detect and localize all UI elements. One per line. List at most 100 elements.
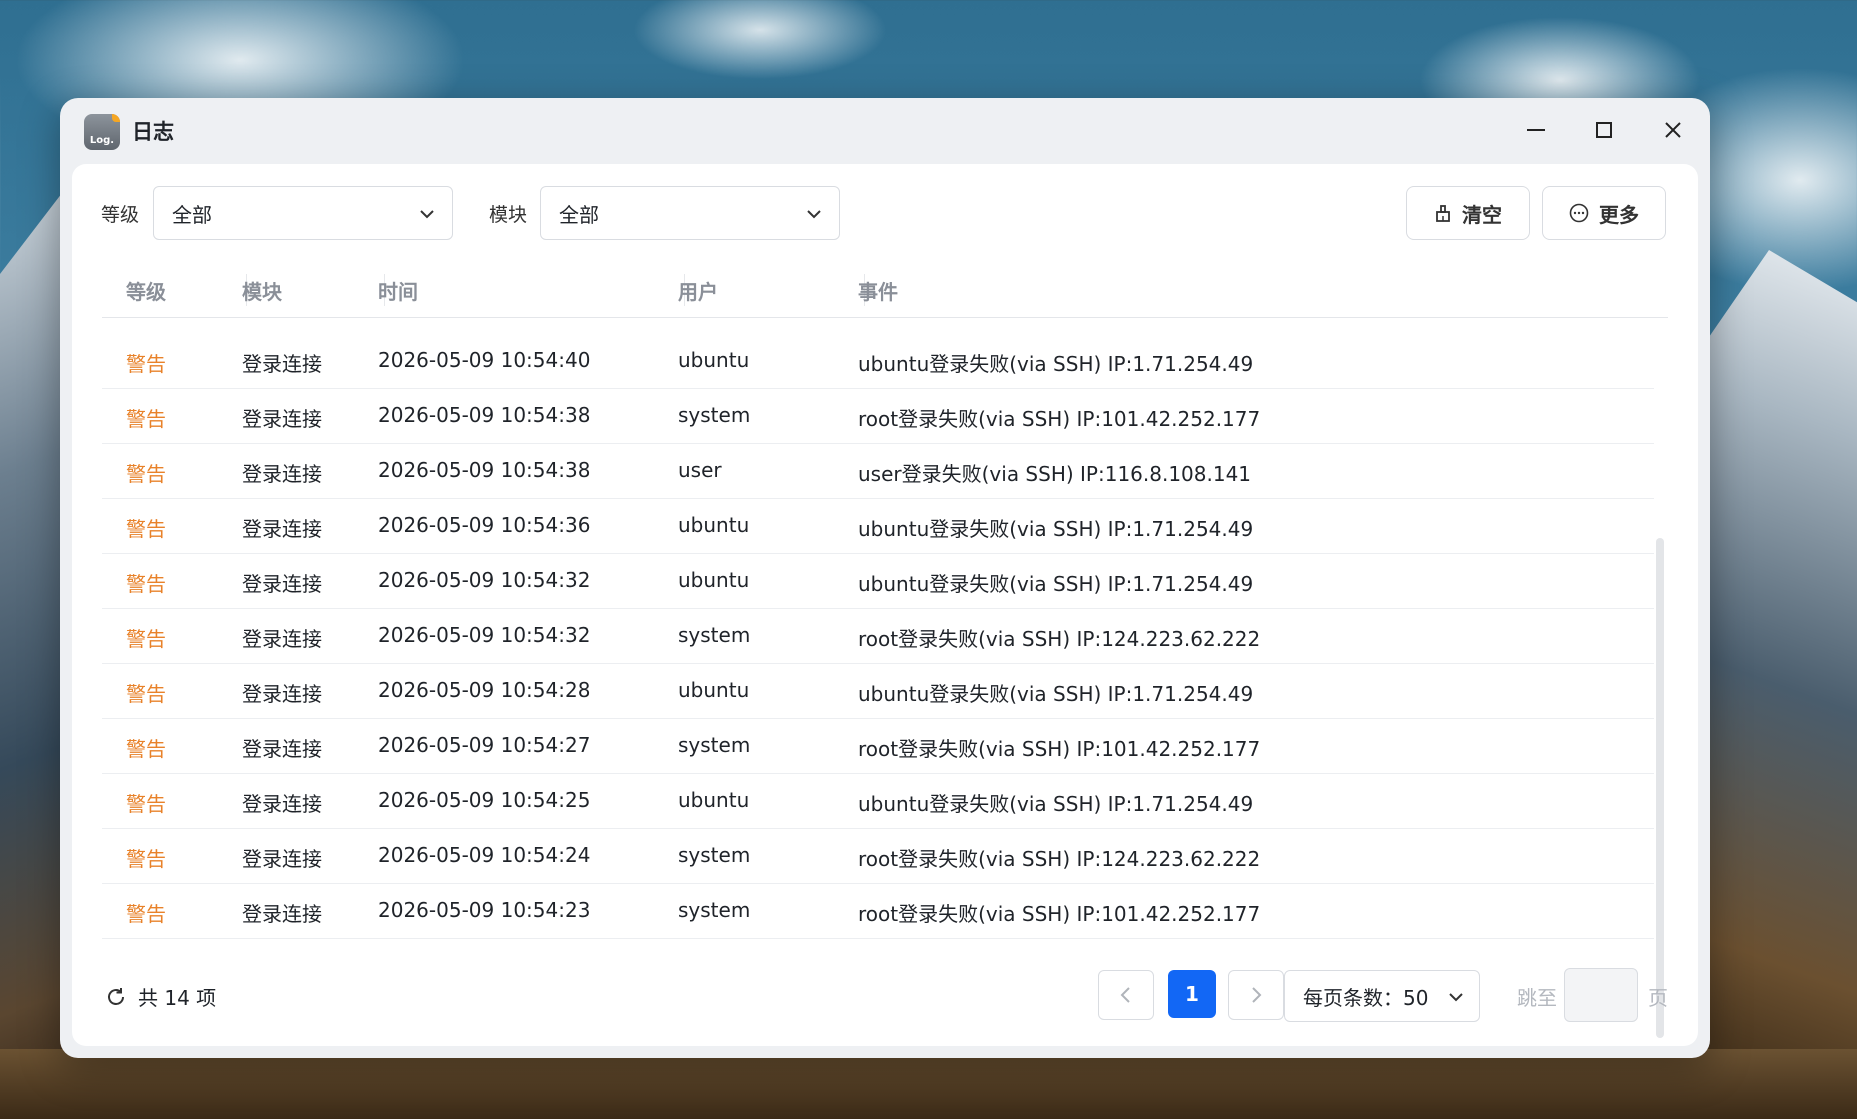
cell-time: 2026-05-09 10:54:23 (378, 898, 591, 922)
cell-module: 登录连接 (242, 407, 322, 431)
broom-icon (1436, 205, 1450, 222)
table-row[interactable]: 警告 登录连接 2026-05-09 10:54:32 system root登录失败(… (102, 609, 1654, 664)
level-filter-label: 等级 (101, 204, 140, 226)
page-size-select[interactable]: 每页条数：50 (1284, 970, 1480, 1022)
cell-event: root登录失败(via SSH) IP:101.42.252.177 (858, 737, 1261, 761)
maximize-button[interactable] (1584, 112, 1624, 148)
cell-time: 2026-05-09 10:54:40 (378, 348, 591, 372)
cell-module: 登录连接 (242, 352, 322, 376)
page-suffix-label: 页 (1648, 986, 1668, 1010)
cell-user: system (678, 898, 751, 922)
cell-event: root登录失败(via SSH) IP:101.42.252.177 (858, 902, 1261, 926)
cell-user: user (678, 458, 722, 482)
table-row[interactable]: 警告 登录连接 2026-05-09 10:54:27 system root登录失败(… (102, 719, 1654, 774)
table-row[interactable]: 警告 登录连接 2026-05-09 10:54:36 ubuntu ubuntu登录失… (102, 499, 1654, 554)
next-page-button[interactable] (1228, 970, 1284, 1020)
cell-module: 登录连接 (242, 682, 322, 706)
cell-time: 2026-05-09 10:54:38 (378, 403, 591, 427)
cell-time: 2026-05-09 10:54:32 (378, 623, 591, 647)
chevron-left-icon (1120, 987, 1130, 1003)
cell-event: ubuntu登录失败(via SSH) IP:1.71.254.49 (858, 517, 1254, 541)
table-row[interactable]: 警告 登录连接 2026-05-09 10:54:23 system root登录失败(… (102, 884, 1654, 939)
header-level[interactable]: 等级 (126, 276, 166, 305)
total-count-text: 共 14 项 (138, 986, 217, 1010)
cell-user: ubuntu (678, 678, 750, 702)
chevron-down-icon (807, 210, 821, 219)
cell-time: 2026-05-09 10:54:27 (378, 733, 591, 757)
more-button-label: 更多 (1599, 202, 1639, 227)
title-bar[interactable]: Log. 日志 (60, 98, 1710, 164)
log-window: Log. 日志 等级 全部 模块 全部 清空 更多 等级 模块 时间 用户 事件… (60, 98, 1710, 1058)
cell-event: ubuntu登录失败(via SSH) IP:1.71.254.49 (858, 352, 1254, 376)
more-icon (1569, 203, 1589, 223)
cell-module: 登录连接 (242, 792, 322, 816)
prev-page-button[interactable] (1098, 970, 1154, 1020)
table-row[interactable]: 警告 登录连接 2026-05-09 10:54:24 system root登录失败(… (102, 829, 1654, 884)
maximize-icon (1596, 122, 1612, 138)
module-filter-select[interactable]: 全部 (540, 186, 840, 240)
header-user[interactable]: 用户 (678, 276, 718, 305)
table-row[interactable]: 警告 登录连接 2026-05-09 10:54:38 user user登录失败(vi… (102, 444, 1654, 499)
header-module[interactable]: 模块 (242, 276, 282, 305)
table-scrollbar[interactable] (1656, 538, 1664, 1038)
table-row[interactable]: 警告 登录连接 2026-05-09 10:54:40 ubuntu ubuntu登录失… (102, 334, 1654, 389)
cell-module: 登录连接 (242, 572, 322, 596)
cell-event: ubuntu登录失败(via SSH) IP:1.71.254.49 (858, 682, 1254, 706)
cell-event: root登录失败(via SSH) IP:101.42.252.177 (858, 407, 1261, 431)
table-row[interactable]: 警告 登录连接 2026-05-09 10:54:32 ubuntu ubuntu登录失… (102, 554, 1654, 609)
cell-event: root登录失败(via SSH) IP:124.223.62.222 (858, 627, 1261, 651)
cell-level: 警告 (126, 627, 166, 651)
clear-button[interactable]: 清空 (1406, 186, 1530, 240)
window-title: 日志 (132, 120, 174, 144)
cell-user: ubuntu (678, 348, 750, 372)
total-count: 共 14 项 (104, 982, 216, 1011)
cell-level: 警告 (126, 407, 166, 431)
chevron-right-icon (1252, 987, 1262, 1003)
cell-level: 警告 (126, 792, 166, 816)
cell-event: ubuntu登录失败(via SSH) IP:1.71.254.49 (858, 572, 1254, 596)
log-table: 等级 模块 时间 用户 事件 警告 登录连接 2026-05-09 10:54:40… (102, 262, 1668, 939)
clear-button-label: 清空 (1462, 202, 1502, 227)
header-event[interactable]: 事件 (858, 276, 898, 305)
table-row[interactable]: 警告 登录连接 2026-05-09 10:54:38 system root登录失败(… (102, 389, 1654, 444)
cell-module: 登录连接 (242, 462, 322, 486)
cell-user: system (678, 733, 751, 757)
minimize-icon (1527, 129, 1545, 131)
cell-level: 警告 (126, 847, 166, 871)
cell-level: 警告 (126, 737, 166, 761)
chevron-down-icon (420, 210, 434, 219)
cell-level: 警告 (126, 572, 166, 596)
cell-module: 登录连接 (242, 517, 322, 541)
refresh-button[interactable] (104, 985, 128, 1009)
app-icon-text: Log. (89, 135, 115, 146)
refresh-icon (108, 987, 124, 1005)
cell-time: 2026-05-09 10:54:25 (378, 788, 591, 812)
content-panel: 等级 全部 模块 全部 清空 更多 等级 模块 时间 用户 事件 警告 登录连接… (72, 164, 1698, 1046)
cell-module: 登录连接 (242, 902, 322, 926)
cell-event: user登录失败(via SSH) IP:116.8.108.141 (858, 462, 1252, 486)
cell-level: 警告 (126, 352, 166, 376)
close-button[interactable] (1653, 112, 1693, 148)
level-filter-select[interactable]: 全部 (153, 186, 453, 240)
cell-time: 2026-05-09 10:54:32 (378, 568, 591, 592)
more-button[interactable]: 更多 (1542, 186, 1666, 240)
cell-user: system (678, 623, 751, 647)
cell-user: ubuntu (678, 513, 750, 537)
cell-module: 登录连接 (242, 627, 322, 651)
header-time[interactable]: 时间 (378, 276, 418, 305)
cell-level: 警告 (126, 517, 166, 541)
jump-page-input[interactable] (1564, 968, 1638, 1022)
page-size-value: 每页条数：50 (1303, 985, 1429, 1010)
table-row[interactable]: 警告 登录连接 2026-05-09 10:54:25 ubuntu ubuntu登录失… (102, 774, 1654, 829)
table-row[interactable]: 警告 登录连接 2026-05-09 10:54:28 ubuntu ubuntu登录失… (102, 664, 1654, 719)
close-icon (1665, 122, 1681, 138)
cell-user: system (678, 403, 751, 427)
cell-module: 登录连接 (242, 737, 322, 761)
cell-time: 2026-05-09 10:54:28 (378, 678, 591, 702)
cell-level: 警告 (126, 682, 166, 706)
cell-event: ubuntu登录失败(via SSH) IP:1.71.254.49 (858, 792, 1254, 816)
minimize-button[interactable] (1516, 112, 1556, 148)
module-filter-value: 全部 (559, 202, 599, 227)
page-1-button[interactable]: 1 (1168, 970, 1216, 1018)
cell-time: 2026-05-09 10:54:38 (378, 458, 591, 482)
